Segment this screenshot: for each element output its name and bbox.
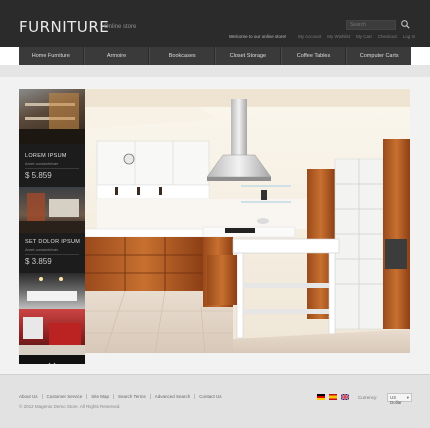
english-flag-icon[interactable] bbox=[341, 394, 349, 400]
nav-item-coffee-tables[interactable]: Coffee Tables bbox=[280, 47, 347, 65]
my-account-link[interactable]: My Account bbox=[298, 34, 321, 39]
slider-caption-2[interactable]: SET DOLOR IPSUM Amet consectetuer $ 3.85… bbox=[19, 233, 85, 273]
footer-link-contact-us[interactable]: Contact Us bbox=[194, 394, 225, 399]
slide-subtitle: Amet consectetuer bbox=[25, 161, 59, 166]
site-footer: About Us Customer Service Site Map Searc… bbox=[0, 374, 430, 428]
german-flag-icon[interactable] bbox=[317, 394, 325, 400]
footer-link-about-us[interactable]: About Us bbox=[19, 394, 42, 399]
site-slogan: Online store bbox=[104, 24, 137, 30]
divider bbox=[25, 254, 79, 255]
spanish-flag-icon[interactable] bbox=[329, 394, 337, 400]
nav-item-bookcases[interactable]: Bookcases bbox=[149, 47, 216, 65]
slide-subtitle: Amet consectetuer bbox=[25, 247, 59, 252]
footer-link-search-terms[interactable]: Search Terms bbox=[113, 394, 150, 399]
footer-link-advanced-search[interactable]: Advanced Search bbox=[149, 394, 195, 399]
nav-item-home-furniture[interactable]: Home Furniture bbox=[19, 47, 84, 65]
welcome-message: Welcome to our online store! bbox=[229, 34, 287, 39]
checkout-link[interactable]: Checkout bbox=[378, 34, 397, 39]
search-icon[interactable] bbox=[400, 19, 411, 30]
search-input[interactable] bbox=[346, 20, 396, 30]
site-header: FURNITURE Online store Welcome to our on… bbox=[0, 0, 430, 47]
log-in-link[interactable]: Log In bbox=[403, 34, 416, 39]
nav-item-armoire[interactable]: Armoire bbox=[83, 47, 150, 65]
slider-thumb-3[interactable] bbox=[19, 273, 85, 309]
currency-label: Currency: bbox=[358, 395, 378, 400]
slide-title: SET DOLOR IPSUM bbox=[25, 239, 81, 245]
divider bbox=[25, 168, 79, 169]
currency-select[interactable]: US Dollar ▾ bbox=[387, 393, 412, 405]
currency-value: US Dollar bbox=[390, 395, 402, 405]
my-cart-link[interactable]: My Cart bbox=[356, 34, 372, 39]
copyright-text: © 2012 Magento Demo Store. All Rights Re… bbox=[19, 404, 121, 409]
nav-shadow-band bbox=[0, 65, 430, 77]
nav-item-computer-carts[interactable]: Computer Carts bbox=[346, 47, 411, 65]
nav-item-closet-storage[interactable]: Closet Storage bbox=[215, 47, 281, 65]
hero-kitchen-image[interactable] bbox=[85, 89, 410, 353]
slide-title: LOREM IPSUM bbox=[25, 153, 67, 159]
main-nav: Home Furniture Armoire Bookcases Closet … bbox=[19, 47, 411, 65]
footer-link-customer-service[interactable]: Customer Service bbox=[41, 394, 87, 399]
site-logo[interactable]: FURNITURE bbox=[19, 18, 109, 36]
footer-link-site-map[interactable]: Site Map bbox=[86, 394, 113, 399]
slider-thumb-2[interactable] bbox=[19, 187, 85, 233]
account-links: My Account My Wishlist My Cart Checkout … bbox=[298, 34, 415, 39]
slider-caption-1[interactable]: LOREM IPSUM Amet consectetuer $ 5.859 bbox=[19, 144, 85, 187]
slide-price: $ 3.859 bbox=[25, 257, 52, 266]
kitchen-illustration bbox=[85, 89, 410, 353]
slider-thumb-4[interactable] bbox=[19, 309, 85, 355]
my-wishlist-link[interactable]: My Wishlist bbox=[327, 34, 350, 39]
language-switcher bbox=[317, 394, 349, 400]
chevron-down-icon: ▾ bbox=[406, 395, 409, 400]
chevron-down-icon[interactable] bbox=[48, 355, 56, 364]
slider-thumbnails: LOREM IPSUM Amet consectetuer $ 5.859 SE… bbox=[19, 89, 85, 364]
slider-thumb-1[interactable] bbox=[19, 89, 85, 144]
slide-price: $ 5.859 bbox=[25, 171, 52, 180]
footer-links: About Us Customer Service Site Map Searc… bbox=[19, 394, 226, 399]
